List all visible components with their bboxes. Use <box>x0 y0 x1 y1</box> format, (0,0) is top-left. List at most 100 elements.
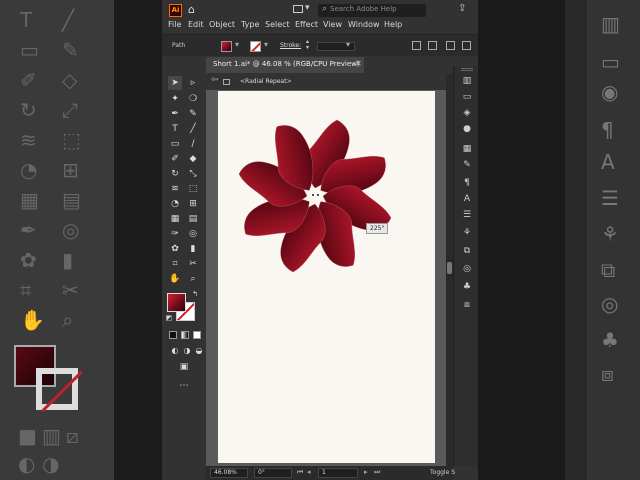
magic-wand-tool-icon[interactable]: ✦ <box>168 92 182 106</box>
direct-selection-tool-icon[interactable]: ▹ <box>186 76 200 90</box>
artboard-number-field[interactable]: 1 <box>318 468 358 478</box>
radial-repeat-svg[interactable] <box>238 119 393 274</box>
scale-tool-icon[interactable]: ⤡ <box>186 167 200 181</box>
rotation-angle-field[interactable]: 0° <box>254 468 292 478</box>
free-transform-tool-icon[interactable]: ⬚ <box>186 182 200 196</box>
fill-color-swatch[interactable] <box>221 41 232 52</box>
eyedropper-tool-icon[interactable]: ✑ <box>168 227 182 241</box>
first-artboard-icon[interactable]: ⏮ <box>297 468 303 477</box>
default-colors-icon[interactable]: ◩ <box>165 314 173 322</box>
last-artboard-icon[interactable]: ⏭ <box>374 468 380 477</box>
back-arrow-icon[interactable]: ⇦ <box>211 75 219 85</box>
scrollbar-thumb[interactable] <box>447 262 452 274</box>
libraries-panel-icon[interactable]: ◈ <box>462 108 472 118</box>
symbols-panel-icon[interactable]: ♣ <box>462 282 472 292</box>
stroke-label[interactable]: Stroke: <box>280 42 301 49</box>
menu-window[interactable]: Window <box>348 20 380 29</box>
align-icon[interactable] <box>412 41 421 50</box>
breadcrumb-radial-repeat[interactable]: <Radial Repeat> <box>240 78 292 85</box>
character-panel-icon[interactable]: A <box>462 194 472 204</box>
none-mode-icon[interactable] <box>193 331 201 339</box>
menu-edit[interactable]: Edit <box>188 20 204 29</box>
share-icon[interactable]: ⇪ <box>458 3 466 14</box>
paintbrush-tool-icon[interactable]: ∕ <box>186 137 200 151</box>
shaper-tool-icon[interactable]: ✐ <box>168 152 182 166</box>
isolate-icon[interactable] <box>446 41 455 50</box>
ghost-artboard-icon: ⌗ <box>20 278 32 302</box>
brushes-panel-icon[interactable]: ✎ <box>462 160 472 170</box>
zoom-level-field[interactable]: 46.08% <box>210 468 248 478</box>
menu-view[interactable]: View <box>323 20 342 29</box>
edit-toolbar-icon[interactable]: ⋯ <box>177 379 191 393</box>
swap-fill-stroke-icon[interactable]: ↰ <box>191 290 199 298</box>
gradient-mode-icon[interactable] <box>181 331 189 339</box>
appearance-panel-icon[interactable]: ◎ <box>462 264 472 274</box>
menu-help[interactable]: Help <box>384 20 402 29</box>
ghost-color-mode-icon: ■ <box>18 424 37 448</box>
color-panel-icon[interactable]: ● <box>462 124 472 134</box>
lasso-tool-icon[interactable]: ❍ <box>186 92 200 106</box>
previous-artboard-icon[interactable]: ◂ <box>307 468 311 476</box>
line-tool-icon[interactable]: ╱ <box>186 122 200 136</box>
opentype-panel-icon[interactable]: ☰ <box>462 210 472 220</box>
rectangle-tool-icon[interactable]: ▭ <box>168 137 182 151</box>
vertical-scrollbar[interactable] <box>446 74 453 466</box>
eraser-tool-icon[interactable]: ◆ <box>186 152 200 166</box>
artboard[interactable]: 225° <box>218 91 435 463</box>
layers-panel-icon[interactable]: ▭ <box>462 92 472 102</box>
help-search-input[interactable]: ⌕ Search Adobe Help <box>318 4 426 17</box>
menu-file[interactable]: File <box>168 20 181 29</box>
chevron-down-icon[interactable]: ▾ <box>235 40 239 49</box>
menu-select[interactable]: Select <box>265 20 290 29</box>
properties-panel-icon[interactable]: ▥ <box>462 76 472 86</box>
chevron-down-icon[interactable]: ▾ <box>346 40 350 49</box>
gradient-tool-icon[interactable]: ▤ <box>186 212 200 226</box>
transform-icon[interactable] <box>428 41 437 50</box>
close-icon[interactable]: ✕ <box>355 59 362 68</box>
transform-panel-icon[interactable]: ⧉ <box>462 246 472 256</box>
chevron-down-icon[interactable]: ▾ <box>305 3 310 13</box>
home-icon[interactable]: ⌂ <box>188 4 200 15</box>
paragraph-panel-icon[interactable]: ¶ <box>462 178 472 188</box>
stroke-color-swatch[interactable] <box>250 41 261 52</box>
draw-inside-icon[interactable]: ◒ <box>192 344 206 358</box>
selection-tool-icon[interactable]: ➤ <box>168 76 182 90</box>
panel-grip[interactable] <box>461 68 473 71</box>
blend-tool-icon[interactable]: ◎ <box>186 227 200 241</box>
swatches-panel-icon[interactable]: ▦ <box>462 144 472 154</box>
ghost-export-icon: ⚘ <box>601 222 619 246</box>
panel-menu-icon[interactable] <box>462 41 471 50</box>
canvas-area[interactable]: 225° <box>206 90 446 466</box>
background-gutter-left <box>114 0 162 480</box>
artboards-panel-icon[interactable]: ⧈ <box>462 300 472 310</box>
type-tool-icon[interactable]: T <box>168 122 182 136</box>
perspective-grid-tool-icon[interactable]: ⊞ <box>186 197 200 211</box>
ghost-stroke-swatch <box>36 368 78 410</box>
column-graph-tool-icon[interactable]: ▮ <box>186 242 200 256</box>
color-mode-icon[interactable] <box>169 331 177 339</box>
mesh-tool-icon[interactable]: ▦ <box>168 212 182 226</box>
stroke-weight-stepper[interactable]: ▴ ▾ <box>306 39 314 51</box>
status-toggle-label[interactable]: Toggle S <box>430 469 455 476</box>
document-tab[interactable]: Short 1.ai* @ 46.08 % (RGB/CPU Preview) … <box>206 57 364 73</box>
symbol-sprayer-tool-icon[interactable]: ✿ <box>168 242 182 256</box>
hand-tool-icon[interactable]: ✋ <box>168 272 182 286</box>
rotate-tool-icon[interactable]: ↻ <box>168 167 182 181</box>
shape-builder-tool-icon[interactable]: ◔ <box>168 197 182 211</box>
chevron-down-icon[interactable]: ▾ <box>264 40 268 49</box>
artboard-tool-icon[interactable]: ⌗ <box>168 257 182 271</box>
arrange-documents-icon[interactable] <box>293 5 303 13</box>
asset-export-panel-icon[interactable]: ⚘ <box>462 228 472 238</box>
screen-mode-icon[interactable]: ▣ <box>177 360 191 374</box>
slice-tool-icon[interactable]: ✂ <box>186 257 200 271</box>
curvature-tool-icon[interactable]: ✎ <box>186 107 200 121</box>
zoom-tool-icon[interactable]: ⌕ <box>186 272 200 286</box>
next-artboard-icon[interactable]: ▸ <box>364 468 368 476</box>
menu-type[interactable]: Type <box>241 20 259 29</box>
menu-object[interactable]: Object <box>209 20 235 29</box>
fill-swatch[interactable] <box>167 293 186 312</box>
radial-repeat-artwork[interactable]: 225° <box>238 119 393 274</box>
menu-effect[interactable]: Effect <box>295 20 318 29</box>
width-tool-icon[interactable]: ≋ <box>168 182 182 196</box>
pen-tool-icon[interactable]: ✒ <box>168 107 182 121</box>
